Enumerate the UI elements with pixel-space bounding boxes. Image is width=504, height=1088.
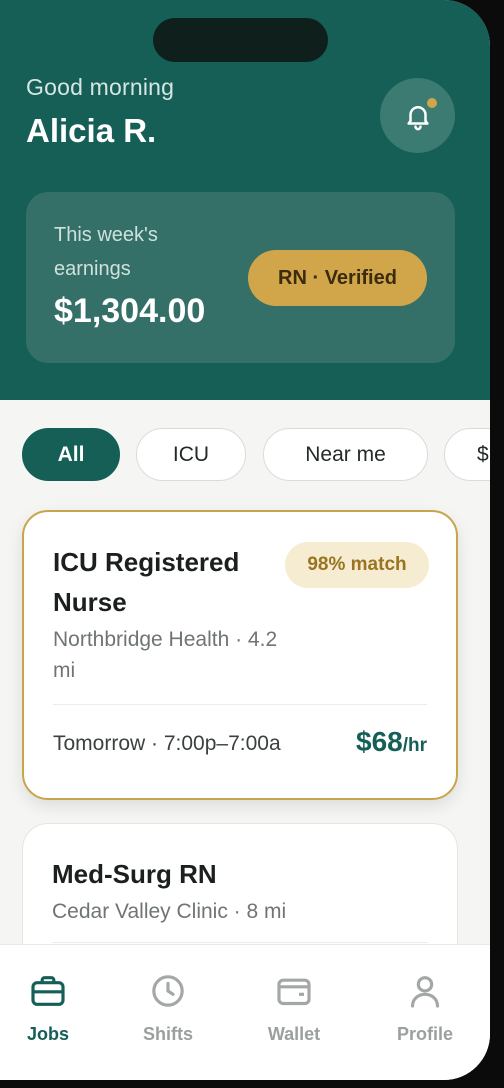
notifications-button[interactable] bbox=[380, 78, 455, 153]
bottom-tab-bar: Jobs Shifts Wallet Profile bbox=[0, 944, 490, 1080]
match-badge: 98% match bbox=[285, 542, 429, 588]
pay-unit: /hr bbox=[402, 735, 427, 756]
clock-icon bbox=[152, 975, 184, 1007]
tab-label: Jobs bbox=[26, 1024, 69, 1044]
tab-label: Shifts bbox=[142, 1024, 193, 1044]
job-facility-distance: Cedar Valley Clinic · 8 mi bbox=[52, 900, 287, 923]
header: Good morning Alicia R. This week's earni… bbox=[0, 0, 490, 400]
filter-chip-all[interactable]: All bbox=[22, 428, 120, 481]
job-facility-distance: Northbridge Health · 4.2 mi bbox=[53, 628, 278, 682]
app-screen: Good morning Alicia R. This week's earni… bbox=[0, 0, 490, 1080]
job-shift-time: Tomorrow · 7:00p–7:00a bbox=[53, 732, 281, 755]
filter-chip-pay[interactable]: $ bbox=[444, 428, 490, 481]
tab-label: Profile bbox=[396, 1024, 453, 1044]
wallet-icon bbox=[277, 978, 311, 1006]
earnings-amount: $1,304.00 bbox=[54, 292, 206, 330]
tab-jobs[interactable]: Jobs bbox=[0, 971, 103, 1045]
user-name: Alicia R. bbox=[26, 112, 157, 149]
earnings-label: This week's earnings bbox=[54, 224, 158, 280]
filter-chip-near-me[interactable]: Near me bbox=[263, 428, 428, 481]
card-divider bbox=[52, 942, 428, 943]
card-divider bbox=[53, 704, 427, 705]
camera-notch bbox=[153, 18, 328, 62]
filter-chip-icu[interactable]: ICU bbox=[136, 428, 246, 481]
filter-chips: All ICU Near me $ bbox=[22, 428, 490, 481]
job-title: Med-Surg RN bbox=[52, 859, 217, 889]
job-title: ICU Registered Nurse bbox=[53, 547, 240, 617]
job-pay-rate: $68/hr bbox=[356, 726, 427, 758]
tab-shifts[interactable]: Shifts bbox=[113, 971, 223, 1045]
greeting-text: Good morning bbox=[26, 74, 175, 100]
person-icon bbox=[410, 976, 440, 1008]
unread-indicator bbox=[425, 96, 439, 110]
pay-amount: $68 bbox=[356, 726, 403, 757]
earnings-card: This week's earnings $1,304.00 RN · Veri… bbox=[26, 192, 455, 363]
briefcase-icon bbox=[31, 976, 65, 1006]
verified-badge: RN · Verified bbox=[248, 250, 427, 306]
tab-wallet[interactable]: Wallet bbox=[239, 971, 349, 1045]
tab-profile[interactable]: Profile bbox=[370, 971, 480, 1045]
job-card-featured[interactable]: ICU Registered Nurse 98% match Northbrid… bbox=[22, 510, 458, 800]
tab-label: Wallet bbox=[267, 1024, 321, 1044]
